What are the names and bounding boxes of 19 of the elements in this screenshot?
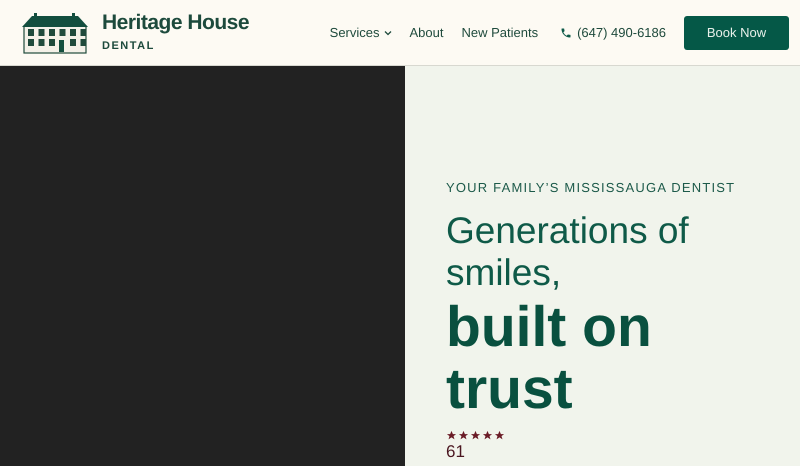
nav-link[interactable]: New Patients [462, 22, 538, 42]
star-icon [470, 430, 481, 440]
nav-link[interactable]: Services [330, 22, 392, 42]
brand-subtitle: DENTAL [102, 38, 156, 54]
review-count: 61 [446, 442, 466, 460]
phone-link[interactable]: (647) 490-6186 [560, 22, 666, 42]
star-icon [494, 430, 505, 440]
book-now-button[interactable]: Book Now [684, 16, 789, 50]
hero-eyebrow: YOUR FAMILY’S MISSISSAUGA DENTIST [446, 179, 736, 197]
hero-title-light: Generations of smiles, [446, 210, 690, 294]
star-icon [458, 430, 469, 440]
house-logo-icon [22, 12, 88, 54]
brand-name: Heritage House [102, 10, 250, 35]
star-icon [482, 430, 493, 440]
nav-link[interactable]: About [410, 22, 444, 42]
hero-title-bold: built on trust [446, 296, 653, 420]
chevron-down-icon [384, 30, 392, 36]
star-icon [446, 430, 457, 440]
phone-icon [560, 26, 572, 38]
